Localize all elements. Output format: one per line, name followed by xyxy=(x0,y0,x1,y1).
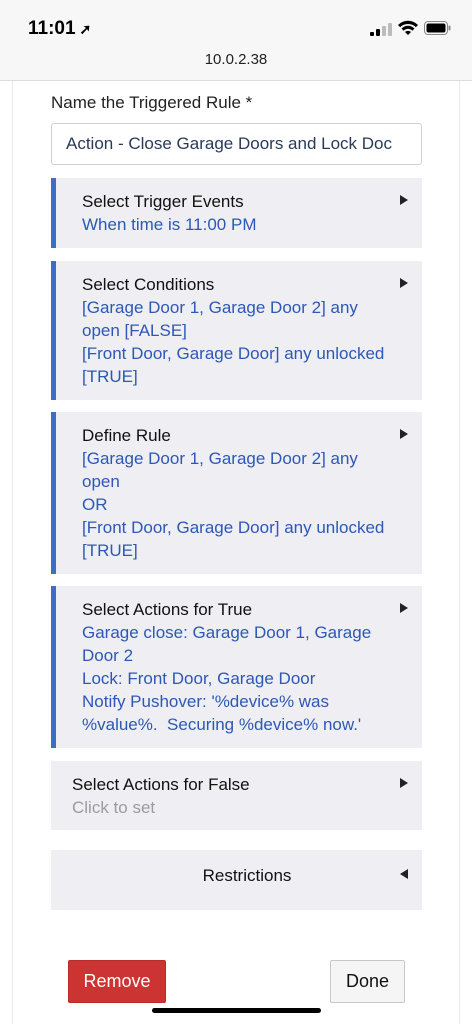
section-detail: When time is 11:00 PM xyxy=(82,215,257,234)
section-detail: [Garage Door 1, Garage Door 2] any xyxy=(82,449,358,468)
section-conditions[interactable]: Select Conditions [Garage Door 1, Garage… xyxy=(51,261,422,400)
clock: 11:01 ➚ xyxy=(28,18,91,40)
section-detail: Garage close: Garage Door 1, Garage xyxy=(82,623,372,642)
section-actions-true[interactable]: Select Actions for True Garage close: Ga… xyxy=(51,586,422,748)
section-title: Select Actions for False xyxy=(72,775,250,794)
collapse-left-icon xyxy=(400,869,408,879)
expand-right-icon xyxy=(400,278,408,288)
section-detail: %value%. Securing %device% now.' xyxy=(82,715,362,734)
section-title: Select Conditions xyxy=(82,275,215,294)
rule-name-value: Action - Close Garage Doors and Lock Doc xyxy=(66,134,392,153)
section-define-rule[interactable]: Define Rule [Garage Door 1, Garage Door … xyxy=(51,412,422,574)
expand-right-icon xyxy=(400,429,408,439)
cellular-signal-icon xyxy=(370,22,394,36)
section-detail: open xyxy=(82,472,120,491)
expand-right-icon xyxy=(400,778,408,788)
section-title: Select Trigger Events xyxy=(82,192,244,211)
section-detail: open [FALSE] xyxy=(82,321,187,340)
section-detail: [Front Door, Garage Door] any unlocked xyxy=(82,344,385,363)
section-trigger-events[interactable]: Select Trigger Events When time is 11:00… xyxy=(51,178,422,248)
battery-icon xyxy=(424,21,451,35)
section-detail: [Front Door, Garage Door] any unlocked xyxy=(82,518,385,537)
wifi-icon xyxy=(398,20,418,35)
expand-right-icon xyxy=(400,603,408,613)
section-detail: OR xyxy=(82,495,108,514)
rule-name-label: Name the Triggered Rule * xyxy=(51,93,253,112)
location-icon: ➚ xyxy=(79,21,92,37)
section-title: Select Actions for True xyxy=(82,600,253,619)
home-indicator[interactable] xyxy=(152,1008,321,1013)
section-title: Define Rule xyxy=(82,426,171,445)
rule-name-input[interactable]: Action - Close Garage Doors and Lock Doc xyxy=(51,123,422,165)
restrictions-toggle[interactable]: Restrictions xyxy=(51,850,422,910)
section-detail: [TRUE] xyxy=(82,541,138,560)
remove-button[interactable]: Remove xyxy=(68,960,166,1003)
section-actions-false[interactable]: Select Actions for False Click to set xyxy=(51,761,422,830)
section-detail: Lock: Front Door, Garage Door xyxy=(82,669,316,688)
section-detail: Door 2 xyxy=(82,646,134,665)
restrictions-title: Restrictions xyxy=(202,866,292,885)
section-detail: [TRUE] xyxy=(82,367,138,386)
expand-right-icon xyxy=(400,195,408,205)
section-placeholder: Click to set xyxy=(72,798,156,817)
section-detail: Notify Pushover: '%device% was xyxy=(82,692,330,711)
status-bar: 11:01 ➚ 10.0.2.38 xyxy=(0,0,472,81)
section-detail: [Garage Door 1, Garage Door 2] any xyxy=(82,298,358,317)
done-button[interactable]: Done xyxy=(330,960,405,1003)
clock-time: 11:01 xyxy=(28,18,76,39)
address-bar-url[interactable]: 10.0.2.38 xyxy=(0,51,472,68)
